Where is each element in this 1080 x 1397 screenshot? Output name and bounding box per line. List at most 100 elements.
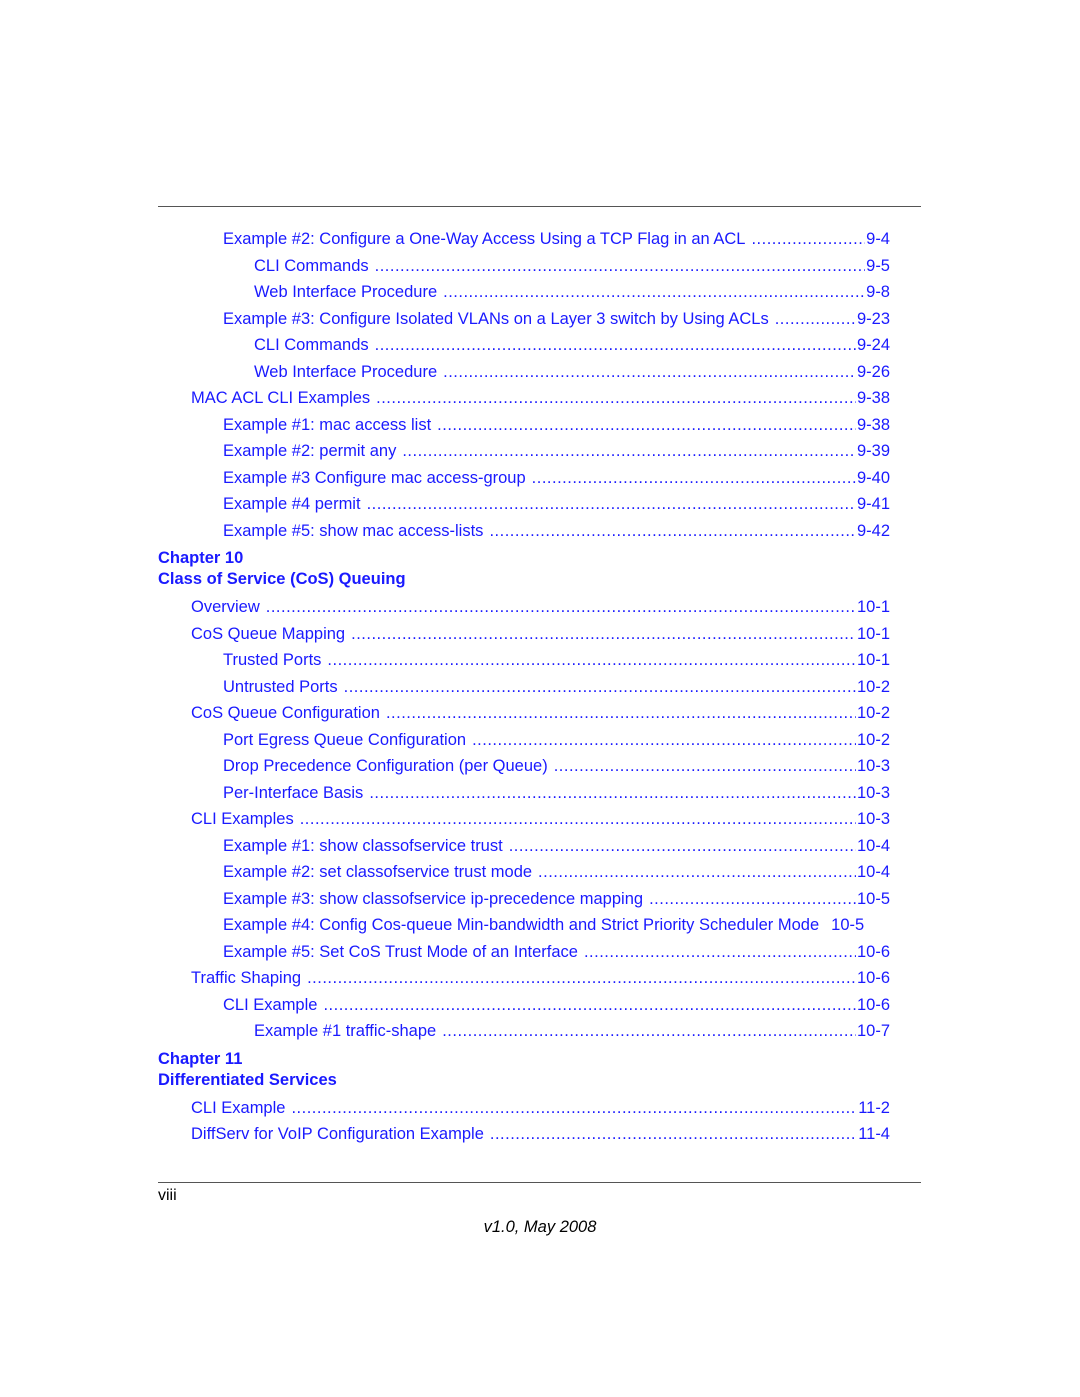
toc-entry[interactable]: Per-Interface Basis 10-3 <box>158 783 890 811</box>
toc-entry[interactable]: Overview 10-1 <box>158 598 890 625</box>
toc-entry-title[interactable]: Example #2: permit any <box>223 442 403 461</box>
chapter-heading[interactable]: Chapter 10 Class of Service (CoS) Queuing <box>158 548 890 590</box>
toc-entry-page[interactable]: 10-7 <box>855 1022 890 1041</box>
toc-entry-title[interactable]: Overview <box>191 598 266 617</box>
toc-entry-title[interactable]: CLI Examples <box>191 810 300 829</box>
toc-entry-title[interactable]: Example #3 Configure mac access-group <box>223 468 532 488</box>
toc-entry-page[interactable]: 10-3 <box>855 757 890 776</box>
toc-entry-page[interactable]: 10-1 <box>855 651 890 670</box>
toc-entry[interactable]: Untrusted Ports 10-2 <box>158 677 890 705</box>
toc-entry-page[interactable]: 10-1 <box>855 598 890 617</box>
chapter-label[interactable]: Chapter 10 <box>158 548 890 569</box>
toc-entry-title[interactable]: Drop Precedence Configuration (per Queue… <box>223 757 554 776</box>
toc-entry[interactable]: MAC ACL CLI Examples 9-38 <box>158 389 890 416</box>
toc-entry[interactable]: Web Interface Procedure 9-8 <box>158 283 890 310</box>
chapter-label[interactable]: Chapter 11 <box>158 1049 890 1070</box>
toc-entry-page[interactable]: 9-41 <box>855 495 890 514</box>
toc-entry-title[interactable]: Web Interface Procedure <box>254 362 444 382</box>
toc-entry[interactable]: Example #5: show mac access-lists 9-42 <box>158 521 890 549</box>
toc-entry[interactable]: Example #1: show classofservice trust 10-… <box>158 836 890 864</box>
toc-entry-title[interactable]: Example #1: show classofservice trust <box>223 836 509 856</box>
toc-entry-page[interactable]: 10-1 <box>855 624 890 644</box>
toc-entry-page[interactable]: 9-38 <box>855 389 890 408</box>
toc-entry-page[interactable]: 10-4 <box>855 863 890 882</box>
toc-entry-page[interactable]: 10-3 <box>855 783 890 803</box>
toc-entry-page[interactable]: 9-39 <box>855 442 890 461</box>
toc-entry-page[interactable]: 9-24 <box>855 336 890 355</box>
toc-entry-title[interactable]: Example #5: Set CoS Trust Mode of an Int… <box>223 942 584 962</box>
toc-entry[interactable]: CLI Commands 9-24 <box>158 336 890 363</box>
toc-entry-page[interactable]: 10-3 <box>855 810 890 829</box>
toc-entry-page[interactable]: 10-5 <box>830 916 865 935</box>
toc-entry-title[interactable]: Example #5: show mac access-lists <box>223 521 490 541</box>
toc-entry-title[interactable]: CoS Queue Mapping <box>191 624 352 644</box>
toc-entry-page[interactable]: 9-38 <box>855 415 890 435</box>
toc-entry-page[interactable]: 10-6 <box>855 942 890 962</box>
toc-entry-title[interactable]: Example #2: set classofservice trust mod… <box>223 863 539 882</box>
toc-entry[interactable]: DiffServ for VoIP Configuration Example 1… <box>158 1125 890 1152</box>
toc-entry-page[interactable]: 9-26 <box>855 362 890 382</box>
toc-entry-title[interactable]: CLI Commands <box>254 256 375 276</box>
toc-entry[interactable]: Example #1: mac access list 9-38 <box>158 415 890 443</box>
toc-entry[interactable]: Traffic Shaping 10-6 <box>158 969 890 996</box>
toc-entry-page[interactable]: 9-40 <box>855 468 890 488</box>
toc-entry-title[interactable]: CLI Example <box>191 1098 292 1118</box>
toc-entry-page[interactable]: 10-4 <box>855 836 890 856</box>
toc-entry[interactable]: Example #2: set classofservice trust mod… <box>158 863 890 890</box>
toc-entry-title[interactable]: Example #4 permit <box>223 495 367 514</box>
toc-entry[interactable]: Example #5: Set CoS Trust Mode of an Int… <box>158 942 890 970</box>
toc-entry-title[interactable]: CLI Commands <box>254 336 375 355</box>
toc-entry-page[interactable]: 11-4 <box>857 1125 890 1144</box>
toc-entry-page[interactable]: 11-2 <box>857 1098 890 1118</box>
toc-entry[interactable]: Trusted Ports 10-1 <box>158 651 890 678</box>
toc-entry-title[interactable]: Trusted Ports <box>223 651 328 670</box>
toc-entry-page[interactable]: 9-23 <box>855 309 890 329</box>
toc-entry-page[interactable]: 10-6 <box>855 969 890 988</box>
toc-entry[interactable]: Example #4 permit 9-41 <box>158 495 890 522</box>
toc-entry[interactable]: CLI Example 10-6 <box>158 995 890 1023</box>
toc-entry-title[interactable]: Example #1 traffic-shape <box>254 1022 443 1041</box>
toc-entry[interactable]: Port Egress Queue Configuration 10-2 <box>158 730 890 758</box>
toc-entry-title[interactable]: CLI Example <box>223 995 324 1015</box>
chapter-heading[interactable]: Chapter 11 Differentiated Services <box>158 1049 890 1091</box>
toc-entry-title[interactable]: Example #2: Configure a One-Way Access U… <box>223 230 752 249</box>
toc-entry-page[interactable]: 10-5 <box>855 889 890 909</box>
toc-entry[interactable]: CLI Commands 9-5 <box>158 256 890 284</box>
toc-entry-title[interactable]: Untrusted Ports <box>223 677 344 697</box>
toc-entry-title[interactable]: Per-Interface Basis <box>223 783 370 803</box>
toc-entry[interactable]: Example #3: Configure Isolated VLANs on … <box>158 309 890 337</box>
toc-entry[interactable]: CLI Example 11-2 <box>158 1098 890 1126</box>
toc-entry-page[interactable]: 9-42 <box>855 521 890 541</box>
toc-entry-title[interactable]: MAC ACL CLI Examples <box>191 389 377 408</box>
toc-entry[interactable]: Example #4: Config Cos-queue Min-bandwid… <box>158 916 890 943</box>
toc-entry-page[interactable]: 10-6 <box>855 995 890 1015</box>
toc-entry[interactable]: Example #3 Configure mac access-group 9-4… <box>158 468 890 496</box>
toc-entry[interactable]: Example #3: show classofservice ip-prece… <box>158 889 890 917</box>
toc-entry-title[interactable]: Example #3: show classofservice ip-prece… <box>223 889 650 909</box>
toc-entry-title[interactable]: CoS Queue Configuration <box>191 704 386 723</box>
chapter-title[interactable]: Differentiated Services <box>158 1070 890 1091</box>
toc-entry[interactable]: Example #2: Configure a One-Way Access U… <box>158 230 890 257</box>
toc-entry-page[interactable]: 9-5 <box>865 256 890 276</box>
toc-entry-page[interactable]: 10-2 <box>855 704 890 723</box>
toc-entry-page[interactable]: 10-2 <box>855 677 890 697</box>
toc-entry-title[interactable]: Example #1: mac access list <box>223 415 438 435</box>
toc-entry[interactable]: CLI Examples 10-3 <box>158 810 890 837</box>
toc-entry-title[interactable]: Port Egress Queue Configuration <box>223 730 473 750</box>
toc-entry-page[interactable]: 9-8 <box>865 283 890 302</box>
toc-entry-page[interactable]: 9-4 <box>865 230 890 249</box>
toc-entry-page[interactable]: 10-2 <box>855 730 890 750</box>
chapter-title[interactable]: Class of Service (CoS) Queuing <box>158 569 890 590</box>
toc-entry[interactable]: Web Interface Procedure 9-26 <box>158 362 890 390</box>
toc-entry[interactable]: CoS Queue Mapping 10-1 <box>158 624 890 652</box>
toc-entry[interactable]: Example #2: permit any 9-39 <box>158 442 890 469</box>
toc-entry-title[interactable]: Example #4: Config Cos-queue Min-bandwid… <box>223 916 826 935</box>
toc-entry-title[interactable]: DiffServ for VoIP Configuration Example <box>191 1125 490 1144</box>
toc-entry[interactable]: Example #1 traffic-shape 10-7 <box>158 1022 890 1049</box>
toc-entry[interactable]: Drop Precedence Configuration (per Queue… <box>158 757 890 784</box>
toc-entry-title[interactable]: Example #3: Configure Isolated VLANs on … <box>223 309 775 329</box>
toc-entry[interactable]: CoS Queue Configuration 10-2 <box>158 704 890 731</box>
toc-entry-title[interactable]: Traffic Shaping <box>191 969 308 988</box>
toc-entry-title[interactable]: Web Interface Procedure <box>254 283 444 302</box>
dot-leader <box>266 598 856 617</box>
